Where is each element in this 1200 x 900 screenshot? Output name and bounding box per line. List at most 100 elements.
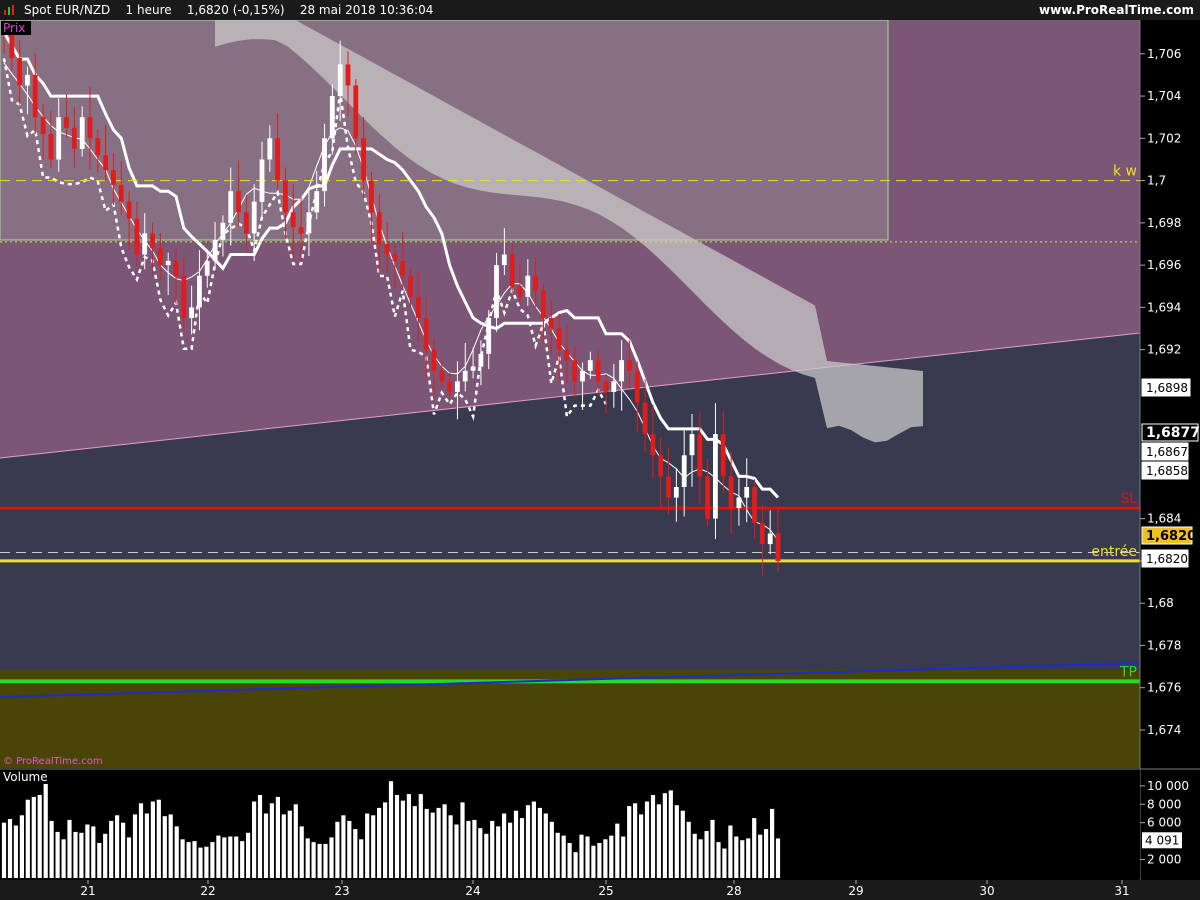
volume-bar <box>216 835 221 878</box>
candle-body <box>283 180 288 213</box>
volume-bar <box>323 843 328 878</box>
candle-body <box>361 138 366 181</box>
price-tick-label: 1,678 <box>1147 638 1181 652</box>
candle-body <box>71 127 77 149</box>
candle-body <box>337 64 343 97</box>
timeframe: 1 heure <box>125 3 172 17</box>
volume-bar <box>722 848 727 878</box>
volume-bar <box>662 793 667 878</box>
candle-body <box>345 64 351 86</box>
volume-bar <box>103 833 108 878</box>
volume-bar <box>674 805 679 878</box>
volume-bar <box>448 815 453 878</box>
candle-body <box>775 533 781 561</box>
volume-bar <box>156 799 161 878</box>
candle-body <box>517 286 523 297</box>
time-tick-label: 29 <box>848 884 863 898</box>
volume-bar <box>496 826 501 878</box>
candle-body <box>25 74 30 86</box>
volume-bar <box>180 839 185 878</box>
candle-body <box>447 381 452 392</box>
volume-bar <box>7 819 13 878</box>
candle-body <box>9 32 15 59</box>
volume-bar <box>79 832 84 878</box>
volume-bar <box>317 843 322 878</box>
volume-bar <box>126 837 132 878</box>
price-tick-label: 1,694 <box>1147 300 1181 314</box>
candle-body <box>103 155 108 170</box>
candle-body <box>251 201 257 234</box>
volume-bar <box>305 838 310 878</box>
candle-body <box>759 522 765 544</box>
volume-bar <box>650 795 656 878</box>
volume-bar <box>252 801 257 878</box>
candle-body <box>658 455 664 477</box>
candle-body <box>611 381 617 392</box>
volume-bar <box>591 845 596 878</box>
entry-label: entrée <box>1091 544 1137 560</box>
candle-body <box>212 239 218 261</box>
timestamp: 28 mai 2018 10:36:04 <box>299 3 434 17</box>
volume-bar <box>573 852 578 878</box>
candle-body <box>267 138 273 160</box>
volume-bar <box>454 824 459 878</box>
tp-label: TP <box>1119 664 1137 680</box>
candle-body <box>384 244 390 255</box>
volume-bar <box>49 820 54 878</box>
price-chart[interactable]: k w SL entrée TP 1,706 1,704 1,702 1,7 1,698 1,6… <box>0 0 1200 900</box>
volume-bar <box>31 796 36 878</box>
candle-body <box>32 74 38 118</box>
candle-body <box>134 218 140 255</box>
candle-body <box>580 370 585 382</box>
volume-bar <box>704 831 709 878</box>
candle-body <box>650 434 656 456</box>
time-tick-label: 21 <box>80 884 95 898</box>
time-tick-label: 28 <box>726 884 741 898</box>
volume-bar <box>257 795 263 878</box>
candle-body <box>736 497 742 509</box>
volume-bar <box>758 834 763 878</box>
volume-tick-label: 6 000 <box>1147 816 1181 830</box>
price-change: 1,6820 (-0,15%) <box>186 3 285 17</box>
sl-label: SL <box>1120 491 1137 507</box>
volume-bar <box>365 813 370 878</box>
volume-bar <box>680 810 685 878</box>
candle-body <box>79 117 85 149</box>
candle-body <box>501 254 507 266</box>
volume-bar <box>377 807 382 878</box>
volume-bar <box>615 823 620 878</box>
time-tick-label: 25 <box>598 884 613 898</box>
volume-tick-label: 8 000 <box>1147 797 1181 811</box>
candle-body <box>744 487 750 498</box>
candle-body <box>494 265 499 318</box>
volume-bar <box>466 820 471 878</box>
candle-body <box>165 260 171 266</box>
candle-body <box>415 296 421 318</box>
prix-label: Prix <box>3 21 25 35</box>
volume-bar <box>144 813 149 878</box>
volume-bar <box>335 821 340 878</box>
volume-bar <box>656 804 661 878</box>
volume-bar <box>37 795 42 878</box>
volume-bar <box>132 814 138 878</box>
candle-body <box>126 201 132 219</box>
volume-bar <box>412 806 417 878</box>
volume-bar <box>644 801 650 878</box>
candle-body <box>259 159 265 202</box>
candle-body <box>595 360 601 382</box>
candle-body <box>322 138 327 192</box>
volume-bar <box>341 815 346 878</box>
volume-bar <box>513 810 519 878</box>
volume-bar <box>400 800 405 878</box>
website-link[interactable]: www.ProRealTime.com <box>1039 0 1194 20</box>
candle-body <box>236 191 241 213</box>
volume-bar <box>549 821 554 878</box>
price-tick-label: 1,706 <box>1147 47 1181 61</box>
volume-bar <box>609 835 614 878</box>
candle-body <box>627 360 632 371</box>
volume-bar <box>692 833 697 878</box>
volume-bar <box>555 832 560 878</box>
candle-body <box>509 254 515 287</box>
candle-body <box>95 138 101 156</box>
candle-body <box>572 360 578 382</box>
